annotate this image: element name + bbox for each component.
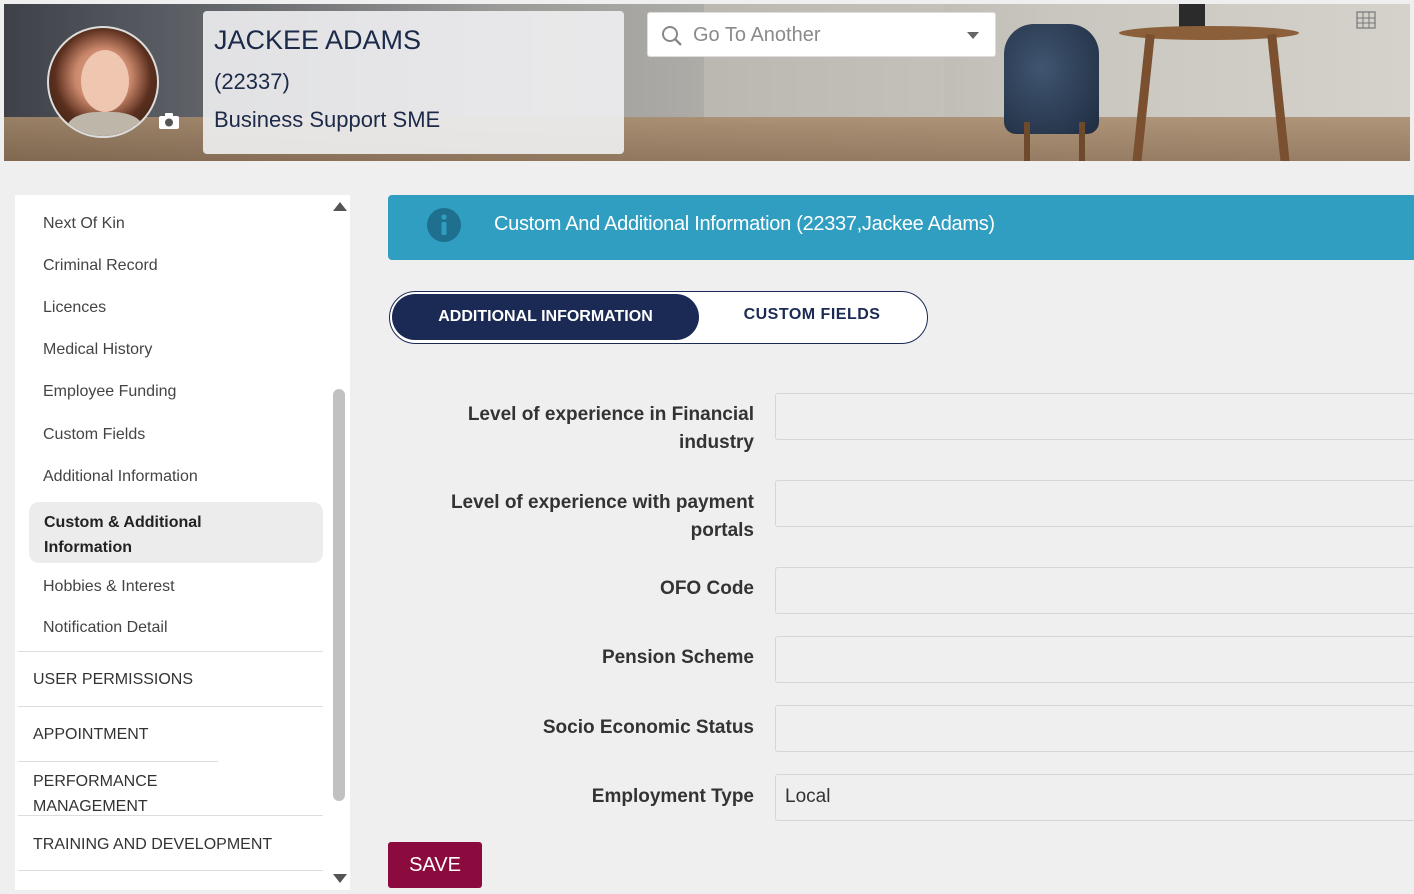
employment-type-input[interactable]: Local — [775, 774, 1414, 821]
pension-scheme-input[interactable] — [775, 636, 1414, 683]
chevron-down-icon — [967, 32, 979, 39]
employee-role: Business Support SME — [214, 107, 441, 132]
search-icon — [662, 26, 682, 46]
scrollbar-thumb[interactable] — [333, 389, 345, 801]
sidebar-item-hobbies[interactable]: Hobbies & Interest — [43, 578, 175, 596]
info-icon — [427, 208, 461, 242]
goto-another-select[interactable]: Go To Another — [647, 12, 996, 57]
financial-experience-input[interactable] — [775, 393, 1414, 440]
scroll-down-icon[interactable] — [333, 874, 347, 883]
avatar[interactable] — [47, 26, 159, 138]
employee-id: (22337) — [214, 69, 290, 94]
goto-placeholder: Go To Another — [693, 24, 821, 46]
payment-portals-input[interactable] — [775, 480, 1414, 527]
sidebar-section-performance-management[interactable]: PERFORMANCE MANAGEMENT — [18, 761, 218, 816]
sidebar: Next Of Kin Criminal Record Licences Med… — [15, 195, 350, 890]
banner-chair-leg — [1024, 122, 1030, 161]
field-label-socio-economic: Socio Economic Status — [542, 717, 754, 738]
save-button[interactable]: SAVE — [388, 842, 482, 888]
tab-additional-information[interactable]: ADDITIONAL INFORMATION — [392, 294, 699, 340]
camera-icon[interactable] — [158, 112, 180, 130]
tab-custom-fields[interactable]: CUSTOM FIELDS — [702, 306, 922, 324]
sidebar-item-label: Custom & Additional Information — [44, 514, 202, 556]
ofo-code-input[interactable] — [775, 567, 1414, 614]
sidebar-item-custom-fields[interactable]: Custom Fields — [43, 426, 145, 444]
field-label-ofo-code: OFO Code — [660, 578, 754, 599]
banner-chair-leg — [1079, 122, 1085, 161]
sidebar-item-employee-funding[interactable]: Employee Funding — [43, 383, 176, 401]
sidebar-item-custom-and-additional[interactable]: Custom & Additional Information — [29, 502, 323, 563]
field-label-employment-type: Employment Type — [591, 786, 754, 807]
tab-group: ADDITIONAL INFORMATION CUSTOM FIELDS — [389, 291, 928, 344]
avatar-scarf — [67, 112, 143, 136]
field-label-pension-scheme: Pension Scheme — [601, 647, 754, 668]
sidebar-item-medical-history[interactable]: Medical History — [43, 341, 152, 359]
sidebar-item-criminal-record[interactable]: Criminal Record — [43, 257, 158, 275]
scroll-up-icon[interactable] — [333, 202, 347, 211]
employee-card: JACKEE ADAMS (22337) Business Support SM… — [203, 11, 624, 154]
section-banner: Custom And Additional Information (22337… — [388, 195, 1414, 260]
section-title: Custom And Additional Information (22337… — [494, 213, 995, 235]
field-label-payment-portals: Level of experience with payment portals — [450, 492, 754, 541]
grid-icon[interactable] — [1356, 11, 1376, 29]
sidebar-section-user-permissions[interactable]: USER PERMISSIONS — [18, 651, 323, 706]
sidebar-item-additional-information[interactable]: Additional Information — [43, 468, 198, 486]
employee-name: JACKEE ADAMS — [214, 25, 422, 55]
sidebar-item-next-of-kin[interactable]: Next Of Kin — [43, 215, 125, 233]
field-label-financial-experience: Level of experience in Financial industr… — [467, 404, 754, 453]
avatar-face — [81, 50, 129, 112]
sidebar-section-appointment[interactable]: APPOINTMENT — [18, 706, 323, 761]
socio-economic-input[interactable] — [775, 705, 1414, 752]
banner-chair — [1004, 24, 1099, 134]
sidebar-section-training[interactable]: TRAINING AND DEVELOPMENT — [18, 815, 323, 870]
tab-label: ADDITIONAL INFORMATION — [438, 308, 653, 325]
sidebar-item-licences[interactable]: Licences — [43, 299, 106, 317]
sidebar-divider — [18, 870, 323, 890]
sidebar-item-notification-detail[interactable]: Notification Detail — [43, 619, 168, 637]
